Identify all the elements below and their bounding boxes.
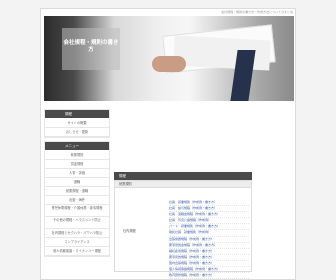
sidebar-group-menu: メニュー 就業規則 賃金規程 人事・評価 退職 就業規程・退職 出張・海外 育児… — [44, 141, 110, 257]
main-heading: 規程 — [114, 172, 252, 180]
sidebar-heading: メニュー — [45, 142, 109, 150]
list-item-link[interactable]: 教育研修規程（作成例・書き方） — [169, 273, 249, 280]
hero-paper-image-2 — [173, 35, 271, 71]
sidebar-item[interactable]: 人事・評価 — [45, 169, 109, 178]
sidebar-item[interactable]: 就業規程・退職 — [45, 187, 109, 196]
main-content: 規程 就業規則 社内規程 社員 就業規則（作成例・書き方） 社員 給与規程（作成… — [114, 172, 252, 280]
hero-banner[interactable]: 会社規程・規則の書き方 — [44, 16, 294, 101]
sidebar-item[interactable]: その他の規程・ハラスメント防止 — [45, 217, 109, 229]
site-tagline: 会社規程・規則の書き方・作成方法についてのまとめ — [221, 10, 293, 14]
sidebar-item-news[interactable]: おしらせ・更新 — [45, 128, 109, 137]
main-subheading: 就業規則 — [114, 180, 252, 188]
sidebar-item[interactable]: 就業規則 — [45, 151, 109, 160]
sidebar-item[interactable]: コンプライアンス — [45, 238, 109, 247]
sidebar-group-info: 規程 サイトの概要 おしらせ・更新 — [44, 109, 110, 138]
sidebar-item[interactable]: 退職 — [45, 178, 109, 187]
sidebar-item[interactable]: 育児休業規程・介護休業・慶弔規程 — [45, 205, 109, 217]
sidebar-item-about[interactable]: サイトの概要 — [45, 119, 109, 128]
top-bar: 会社規程・規則の書き方・作成方法についてのまとめ — [41, 9, 297, 15]
main-table: 社内規程 社員 就業規則（作成例・書き方） 社員 給与規程（作成例・書き方） 社… — [114, 188, 252, 280]
sidebar-heading: 規程 — [45, 110, 109, 118]
sidebar-item[interactable]: 賃金規程 — [45, 160, 109, 169]
hero-hand-image — [152, 56, 186, 72]
table-row-label: 社内規程 — [123, 229, 136, 233]
sidebar-item[interactable]: 社内規程とセクハラ・パワハラ防止 — [45, 229, 109, 238]
site-title[interactable]: 会社規程・規則の書き方 — [62, 28, 120, 70]
main-heading-label: 規程 — [119, 174, 126, 178]
sidebar: 規程 サイトの概要 おしらせ・更新 メニュー 就業規則 賃金規程 人事・評価 退… — [44, 109, 110, 260]
link-list: 社員 就業規則（作成例・書き方） 社員 給与規程（作成例・書き方） 社員 退職金… — [169, 200, 249, 280]
sidebar-item[interactable]: 出張・海外 — [45, 196, 109, 205]
sidebar-item[interactable]: 個人情報保護・マイナンバー規程 — [45, 247, 109, 256]
